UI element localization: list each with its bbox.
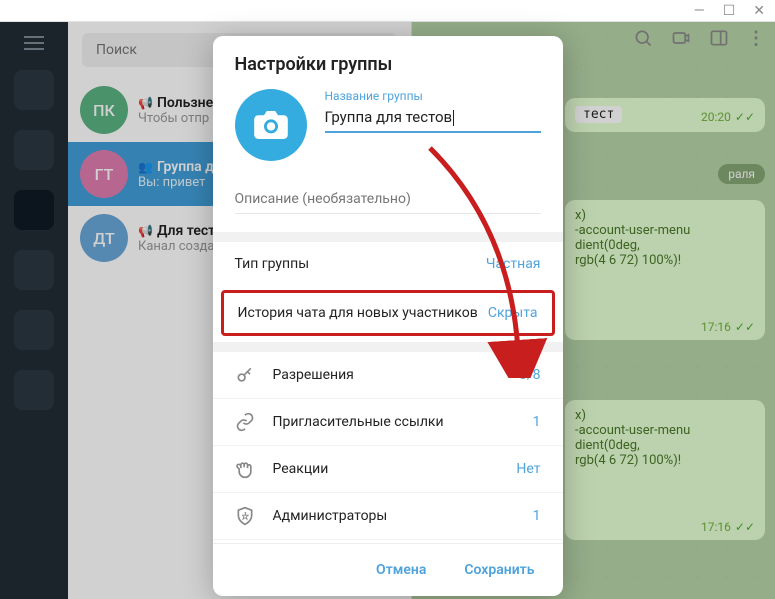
hand-icon [235,459,257,479]
row-value: Частная [486,256,541,272]
row-value: 1 [533,414,541,430]
modal-overlay[interactable]: Настройки группы Название группы Группа … [0,22,775,599]
row-value: Нет [516,461,540,477]
chat-history-row[interactable]: История чата для новых участников Скрыта [224,293,552,333]
row-label: Администраторы [273,508,517,524]
maximize-icon[interactable]: ☐ [723,4,736,18]
divider [213,342,563,352]
description-input[interactable] [235,185,541,214]
group-photo-button[interactable] [235,89,307,161]
camera-icon [254,111,288,139]
window-titlebar: — ☐ ✕ [0,0,775,22]
minimize-icon[interactable]: — [694,4,705,18]
row-value: Скрыта [488,305,538,321]
link-icon [235,412,257,432]
divider [213,232,563,242]
permissions-row[interactable]: Разрешения 8/8 [213,352,563,399]
admins-row[interactable]: Администраторы 1 [213,493,563,540]
cancel-button[interactable]: Отмена [362,554,440,586]
row-label: Разрешения [273,367,503,383]
row-value: 1 [533,508,541,524]
row-value: 8/8 [519,367,541,383]
close-icon[interactable]: ✕ [753,4,765,18]
dialog-title: Настройки группы [213,36,563,89]
invite-links-row[interactable]: Пригласительные ссылки 1 [213,399,563,446]
row-label: История чата для новых участников [238,305,478,321]
annotation-highlight: История чата для новых участников Скрыта [221,290,555,336]
row-label: Тип группы [235,256,310,272]
row-label: Пригласительные ссылки [273,414,517,430]
group-name-input[interactable]: Группа для тестов [325,105,541,133]
key-icon [235,365,257,385]
group-type-row[interactable]: Тип группы Частная [213,242,563,286]
row-label: Реакции [273,461,501,477]
save-button[interactable]: Сохранить [450,554,548,586]
shield-icon [235,506,257,526]
group-settings-dialog: Настройки группы Название группы Группа … [213,36,563,596]
reactions-row[interactable]: Реакции Нет [213,446,563,493]
name-field-label: Название группы [325,89,541,103]
